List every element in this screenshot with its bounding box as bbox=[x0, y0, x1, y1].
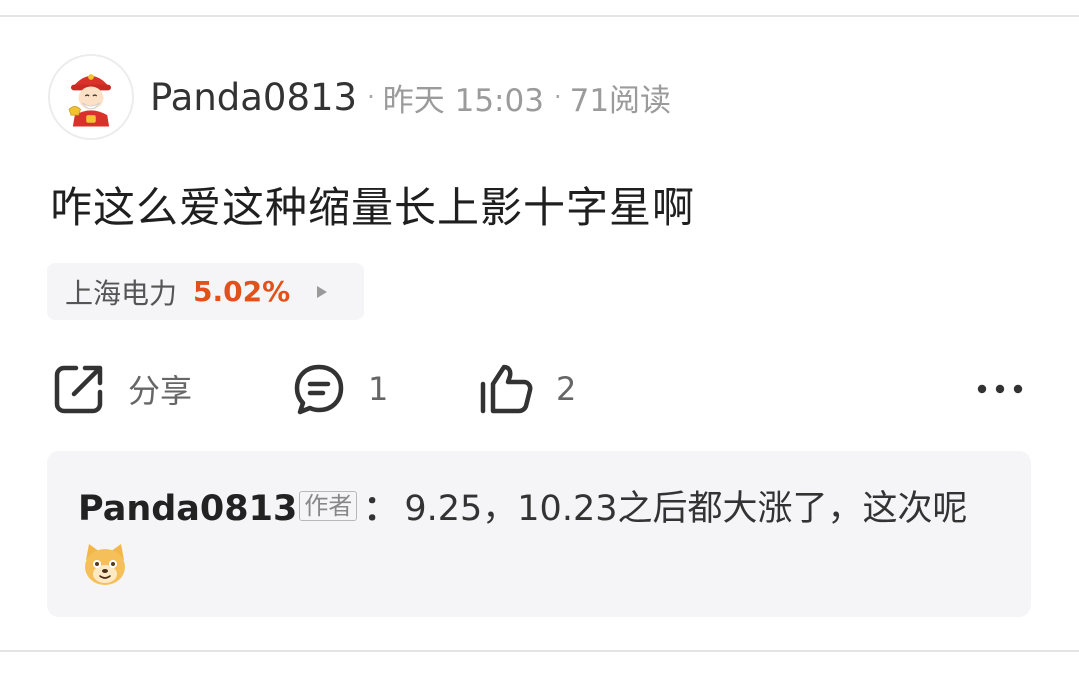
more-button[interactable] bbox=[974, 358, 1026, 420]
post-meta: Panda0813 · 昨天 15:03 · 71阅读 bbox=[150, 74, 671, 120]
action-bar: 分享 1 2 bbox=[0, 358, 1079, 420]
more-icon bbox=[974, 379, 1026, 399]
post-views: 71阅读 bbox=[569, 82, 672, 119]
like-count: 2 bbox=[556, 370, 577, 408]
comment-preview[interactable]: Panda0813 作者： 9.25，10.23之后都大涨了，这次呢 bbox=[47, 451, 1031, 617]
post-time: 昨天 15:03 bbox=[382, 82, 544, 119]
play-arrow-icon bbox=[316, 285, 328, 299]
share-button[interactable]: 分享 bbox=[52, 358, 192, 420]
post-username[interactable]: Panda0813 bbox=[150, 76, 357, 119]
comment-count: 1 bbox=[368, 370, 389, 408]
thumbs-up-icon bbox=[478, 362, 534, 416]
comment-icon bbox=[292, 362, 346, 416]
dog-face-emoji-icon bbox=[80, 540, 130, 590]
share-icon bbox=[52, 362, 106, 416]
comment-button[interactable]: 1 bbox=[292, 358, 388, 420]
user-avatar[interactable] bbox=[48, 54, 134, 140]
top-divider bbox=[0, 15, 1079, 17]
stock-tag[interactable]: 上海电力 5.02% bbox=[47, 263, 364, 320]
caishen-avatar-icon bbox=[50, 56, 132, 138]
comment-colon: ： bbox=[363, 489, 399, 529]
post-text[interactable]: 咋这么爱这种缩量长上影十字星啊 bbox=[50, 174, 695, 235]
share-label: 分享 bbox=[128, 372, 193, 410]
comment-body: Panda0813 作者： 9.25，10.23之后都大涨了，这次呢 bbox=[78, 479, 1001, 599]
comment-author[interactable]: Panda0813 bbox=[78, 489, 297, 529]
author-badge: 作者 bbox=[299, 491, 358, 521]
like-button[interactable]: 2 bbox=[478, 358, 576, 420]
stock-name: 上海电力 bbox=[65, 276, 178, 310]
stock-change: 5.02% bbox=[193, 275, 291, 308]
bottom-divider bbox=[0, 650, 1079, 652]
comment-text: 9.25，10.23之后都大涨了，这次呢 bbox=[404, 489, 968, 529]
meta-separator: · bbox=[553, 83, 562, 111]
meta-separator: · bbox=[367, 83, 375, 111]
